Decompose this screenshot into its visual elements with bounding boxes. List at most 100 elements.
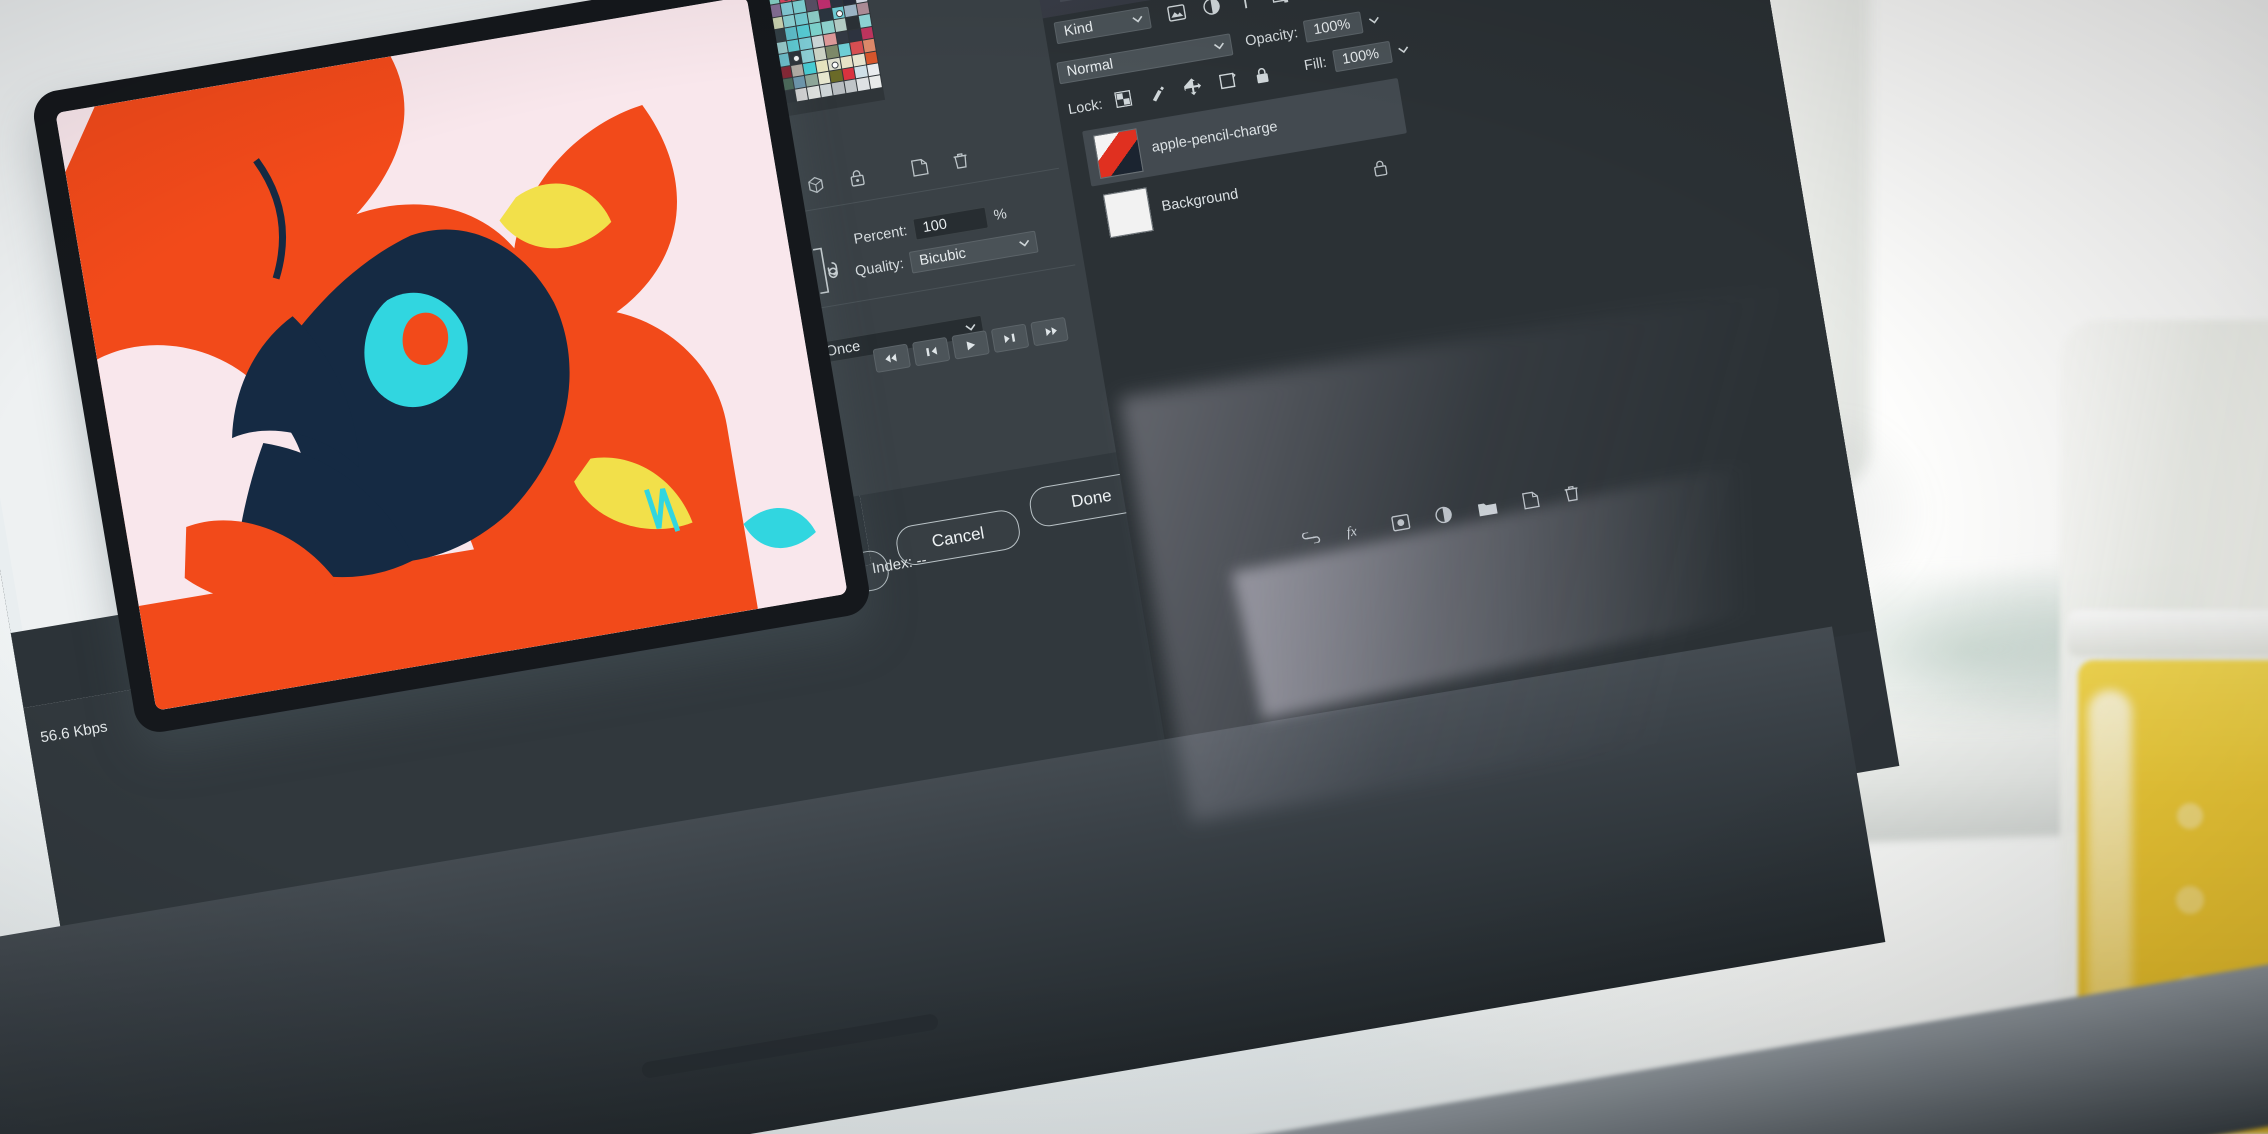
- lock-all-icon[interactable]: [1254, 66, 1271, 89]
- adjustment-filter-icon[interactable]: [1202, 0, 1222, 21]
- lock-image-pixels-icon[interactable]: [1148, 84, 1167, 107]
- mask-icon[interactable]: [1391, 513, 1412, 537]
- color-swatch[interactable]: [862, 38, 876, 53]
- color-swatch[interactable]: [864, 51, 878, 65]
- web-shift-icon[interactable]: [806, 175, 826, 200]
- chevron-down-icon: [1132, 15, 1144, 24]
- opacity-label: Opacity:: [1244, 25, 1300, 50]
- color-swatch[interactable]: [796, 24, 811, 38]
- new-swatch-icon[interactable]: [910, 158, 930, 182]
- lock-artboard-icon[interactable]: [1218, 72, 1238, 96]
- chevron-down-icon: [1213, 42, 1225, 51]
- chevron-down-icon[interactable]: [1396, 40, 1410, 60]
- color-swatch[interactable]: [807, 10, 821, 24]
- color-swatch[interactable]: [856, 77, 870, 91]
- color-swatch[interactable]: [813, 47, 827, 61]
- fx-icon[interactable]: fx: [1345, 520, 1368, 544]
- color-swatch[interactable]: [799, 36, 813, 51]
- color-swatch[interactable]: [831, 6, 845, 20]
- color-swatch[interactable]: [780, 2, 794, 16]
- color-swatch[interactable]: [837, 42, 852, 57]
- play-button[interactable]: [951, 330, 990, 360]
- color-swatch[interactable]: [794, 12, 809, 26]
- color-swatch[interactable]: [811, 34, 825, 49]
- artwork-bird-illustration: [55, 0, 848, 711]
- new-layer-icon[interactable]: [1521, 490, 1541, 514]
- shape-filter-icon[interactable]: [1269, 0, 1289, 10]
- color-swatch[interactable]: [803, 61, 817, 75]
- lock-icon: [1372, 158, 1389, 181]
- layer-thumbnail: [1092, 128, 1144, 179]
- fill-value: 100%: [1331, 40, 1393, 73]
- color-swatch[interactable]: [833, 18, 847, 32]
- svg-text:fx: fx: [1345, 524, 1358, 540]
- color-swatch[interactable]: [846, 16, 860, 30]
- opacity-value: 100%: [1302, 11, 1364, 43]
- first-frame-button[interactable]: [872, 343, 912, 373]
- color-swatch[interactable]: [866, 63, 880, 77]
- color-swatch[interactable]: [843, 4, 858, 18]
- color-swatch[interactable]: [835, 30, 850, 44]
- lock-position-icon[interactable]: [1182, 77, 1203, 102]
- color-swatch[interactable]: [840, 55, 854, 69]
- color-swatch[interactable]: [793, 75, 807, 89]
- prev-frame-button[interactable]: [911, 336, 951, 367]
- color-swatch[interactable]: [817, 71, 831, 85]
- group-icon[interactable]: [1476, 498, 1499, 522]
- color-swatch[interactable]: [844, 79, 858, 93]
- percent-unit: %: [992, 206, 1009, 225]
- color-swatch[interactable]: [807, 86, 821, 100]
- color-swatch[interactable]: [850, 40, 864, 55]
- trash-icon[interactable]: [1563, 484, 1581, 508]
- layer-thumbnail: [1102, 187, 1154, 239]
- image-filter-icon[interactable]: [1166, 3, 1187, 27]
- color-swatch[interactable]: [827, 57, 841, 71]
- color-swatch[interactable]: [821, 20, 835, 34]
- color-swatch[interactable]: [819, 83, 833, 98]
- looping-value: Once: [824, 338, 862, 361]
- lock-icon[interactable]: [848, 168, 866, 192]
- layer-name: apple-pencil-charge: [1150, 118, 1279, 156]
- layer-filter-value: Kind: [1062, 19, 1095, 40]
- color-swatch[interactable]: [784, 26, 798, 40]
- color-swatch[interactable]: [848, 28, 862, 42]
- color-swatch[interactable]: [860, 26, 874, 40]
- color-swatch[interactable]: [856, 2, 870, 16]
- color-swatch[interactable]: [825, 45, 839, 59]
- color-swatch[interactable]: [829, 69, 844, 83]
- color-swatch[interactable]: [809, 22, 823, 36]
- lock-transparent-pixels-icon[interactable]: [1113, 89, 1133, 112]
- color-swatch[interactable]: [823, 32, 837, 46]
- color-swatch[interactable]: [852, 53, 866, 67]
- trash-icon[interactable]: [952, 151, 970, 175]
- color-swatch[interactable]: [868, 75, 882, 89]
- color-swatch[interactable]: [786, 39, 800, 53]
- color-swatch[interactable]: [819, 8, 833, 22]
- color-swatch[interactable]: [801, 49, 815, 63]
- color-swatch[interactable]: [842, 67, 856, 81]
- color-swatch[interactable]: [805, 73, 819, 87]
- color-swatch[interactable]: [795, 88, 809, 102]
- color-swatch[interactable]: [790, 63, 805, 77]
- fill-field[interactable]: Fill: 100%: [1303, 38, 1411, 77]
- color-swatch[interactable]: [782, 14, 796, 28]
- color-swatch[interactable]: [788, 51, 803, 65]
- color-swatch[interactable]: [792, 0, 807, 14]
- chevron-down-icon[interactable]: [1367, 10, 1381, 30]
- last-frame-button[interactable]: [1030, 316, 1069, 347]
- type-filter-icon[interactable]: [1236, 0, 1254, 15]
- link-icon[interactable]: [1300, 529, 1323, 550]
- ipad-screen: [55, 0, 848, 711]
- color-swatch[interactable]: [858, 14, 872, 28]
- quality-label: Quality:: [854, 256, 906, 280]
- smart-object-filter-icon[interactable]: [1303, 0, 1322, 4]
- bandwidth-status: 56.6 Kbps: [39, 718, 109, 747]
- color-swatch[interactable]: [831, 81, 846, 96]
- jar-neck-ring: [2068, 610, 2268, 656]
- next-frame-button[interactable]: [990, 323, 1030, 353]
- color-swatch[interactable]: [815, 59, 829, 73]
- cancel-button[interactable]: Cancel: [893, 507, 1023, 568]
- chevron-down-icon: [964, 323, 976, 332]
- color-swatch[interactable]: [854, 65, 868, 79]
- adjustment-icon[interactable]: [1434, 505, 1454, 530]
